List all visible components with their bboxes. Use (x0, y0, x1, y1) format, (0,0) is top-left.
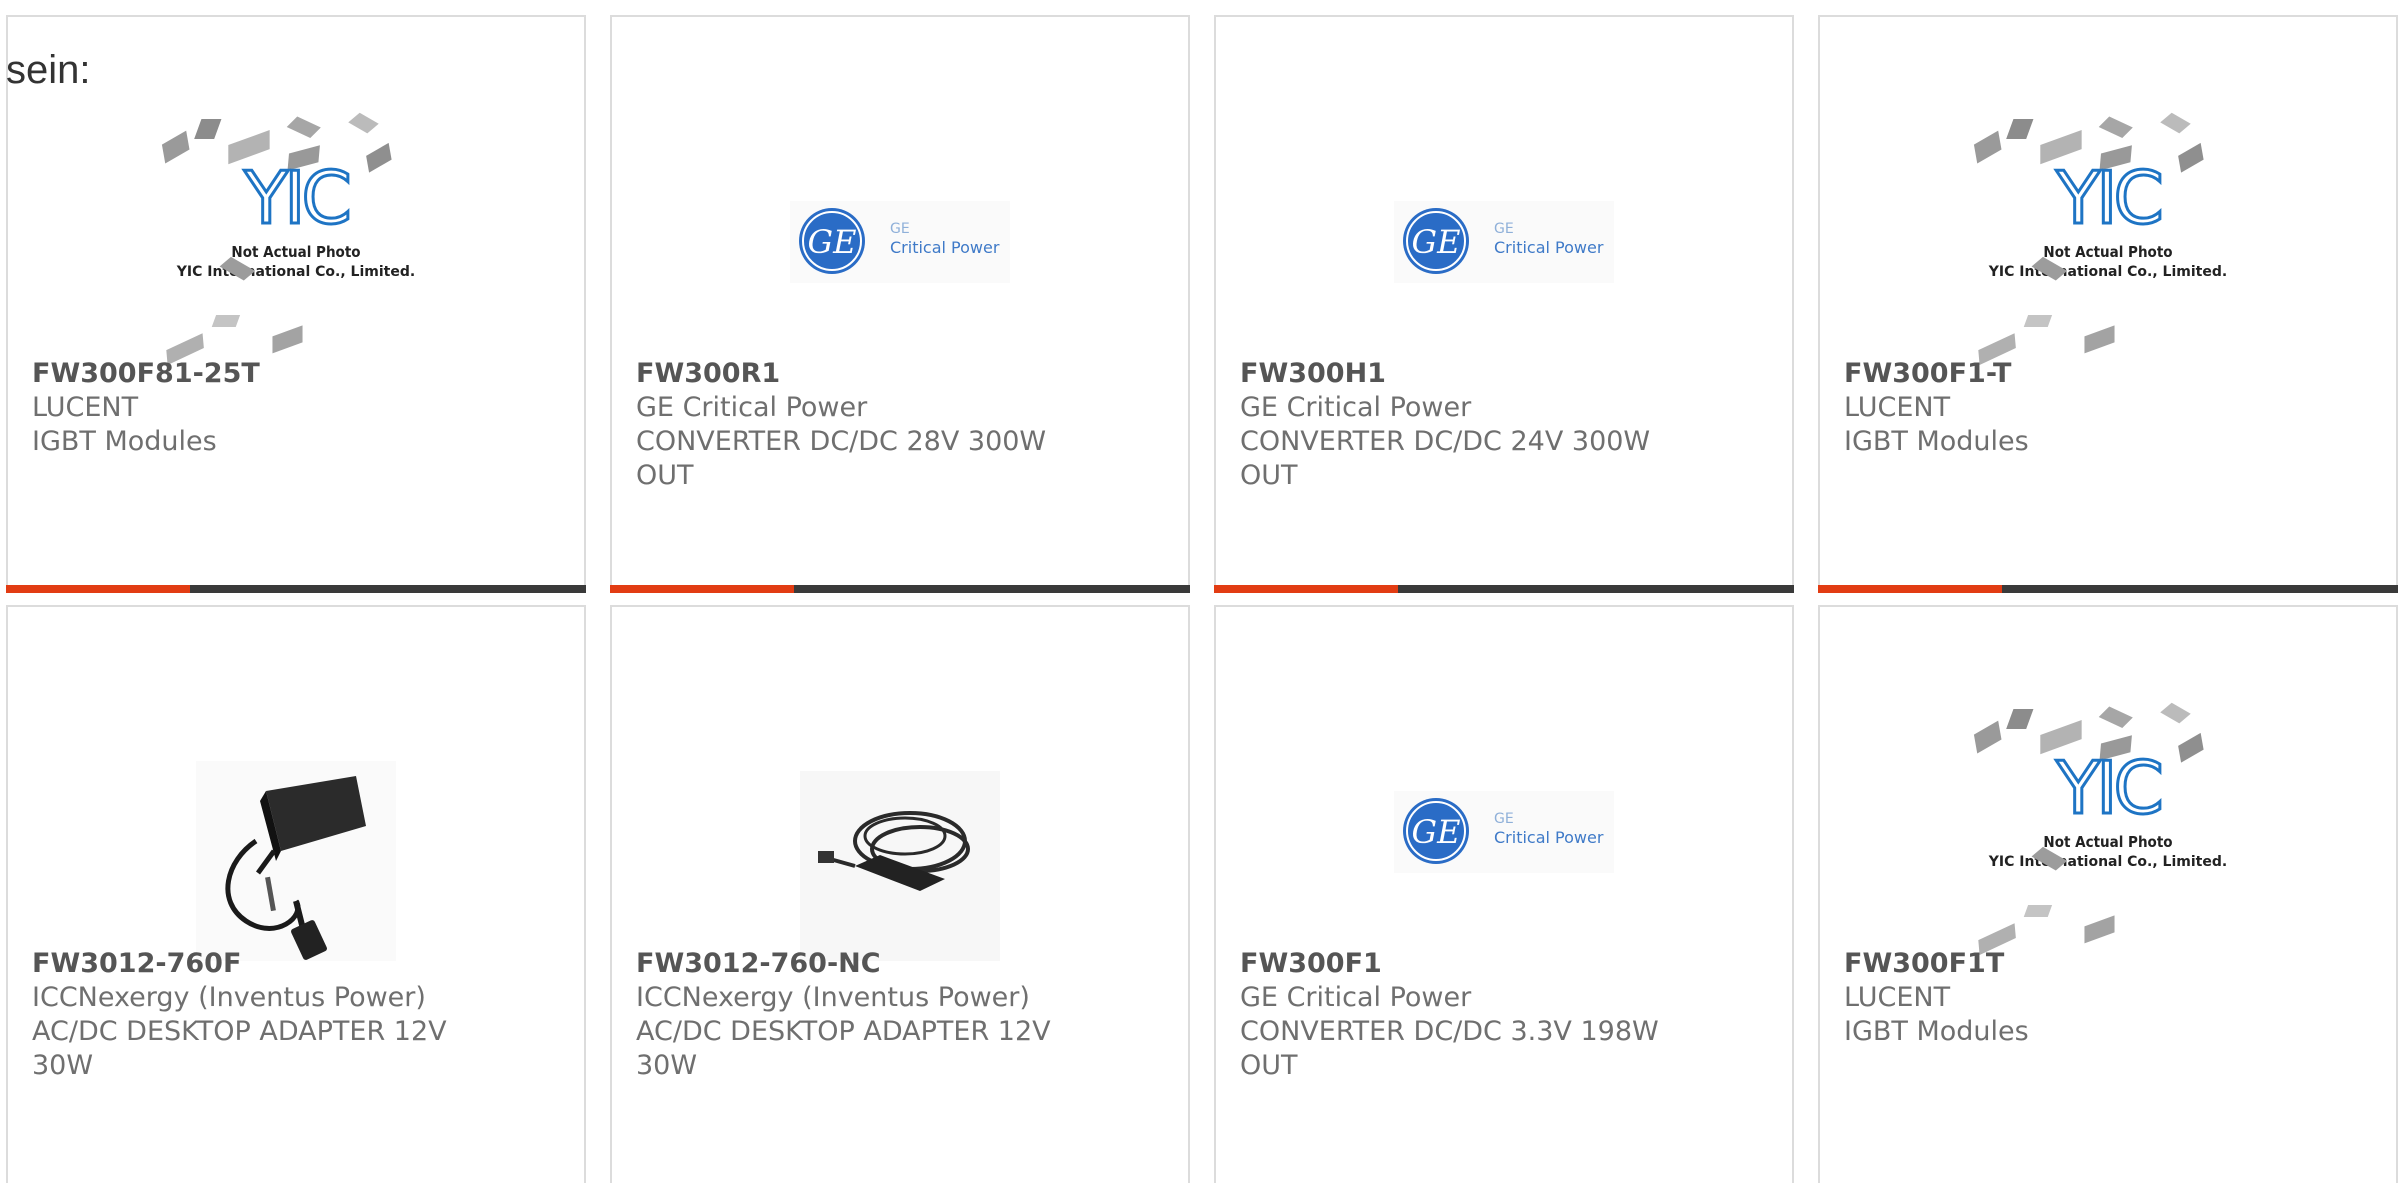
part-number-link[interactable]: FW300F81-25T (32, 357, 564, 391)
ge-logo-image: GE GE Critical Power (790, 201, 1010, 283)
part-number-link[interactable]: FW3012-760-NC (636, 947, 1168, 981)
product-grid: YIC Not Actual Photo YIC International C… (6, 15, 2398, 1183)
part-number-link[interactable]: FW300R1 (636, 357, 1168, 391)
product-thumbnail[interactable]: YIC Not Actual Photo YIC International C… (156, 101, 436, 381)
part-number-link[interactable]: FW300F1T (1844, 947, 2376, 981)
manufacturer-name: GE Critical Power (1240, 392, 1472, 423)
ge-logo-image: GE GE Critical Power (1394, 201, 1614, 283)
svg-text:Critical Power: Critical Power (1494, 238, 1604, 257)
product-description: CONVERTER DC/DC 3.3V 198W OUT (1240, 1016, 1659, 1081)
product-thumbnail[interactable]: YIC Not Actual Photo YIC International C… (1968, 101, 2248, 381)
part-number-link[interactable]: FW3012-760F (32, 947, 564, 981)
product-photo (800, 771, 1000, 961)
product-description: CONVERTER DC/DC 24V 300W OUT (1240, 426, 1651, 491)
manufacturer-name: LUCENT (1844, 982, 1951, 1013)
product-card[interactable]: GE GE Critical Power FW300H1 GE Critical… (1214, 15, 1794, 593)
svg-text:GE: GE (808, 223, 857, 261)
product-thumbnail[interactable]: GE GE Critical Power (1364, 691, 1644, 971)
svg-text:YIC: YIC (2055, 156, 2160, 240)
product-card[interactable]: GE GE Critical Power FW300R1 GE Critical… (610, 15, 1190, 593)
card-accent-bar (6, 585, 586, 593)
manufacturer-name: ICCNexergy (Inventus Power) (32, 982, 426, 1013)
product-thumbnail[interactable]: GE GE Critical Power (760, 101, 1040, 381)
product-card[interactable]: YIC Not Actual Photo YIC International C… (1818, 605, 2398, 1183)
manufacturer-name: LUCENT (1844, 392, 1951, 423)
svg-text:YIC International Co., Limited: YIC International Co., Limited. (1988, 854, 2227, 870)
product-thumbnail[interactable] (760, 691, 1040, 971)
svg-text:Critical Power: Critical Power (890, 238, 1000, 257)
product-description: AC/DC DESKTOP ADAPTER 12V 30W (636, 1016, 1051, 1081)
product-thumbnail[interactable]: YIC Not Actual Photo YIC International C… (1968, 691, 2248, 971)
svg-text:GE: GE (1494, 221, 1514, 237)
manufacturer-name: GE Critical Power (1240, 982, 1472, 1013)
ge-logo-image: GE GE Critical Power (1394, 791, 1614, 873)
svg-text:Critical Power: Critical Power (1494, 828, 1604, 847)
manufacturer-name: ICCNexergy (Inventus Power) (636, 982, 1030, 1013)
product-description: IGBT Modules (1844, 426, 2029, 457)
part-number-link[interactable]: FW300F1-T (1844, 357, 2376, 391)
svg-text:YIC International Co., Limited: YIC International Co., Limited. (176, 264, 415, 280)
product-description: IGBT Modules (1844, 1016, 2029, 1047)
svg-text:GE: GE (1412, 813, 1461, 851)
product-description: AC/DC DESKTOP ADAPTER 12V 30W (32, 1016, 447, 1081)
product-description: CONVERTER DC/DC 28V 300W OUT (636, 426, 1047, 491)
manufacturer-name: GE Critical Power (636, 392, 868, 423)
card-accent-bar (610, 585, 1190, 593)
placeholder-image: YIC Not Actual Photo YIC International C… (1973, 112, 2227, 365)
product-card[interactable]: FW3012-760F ICCNexergy (Inventus Power) … (6, 605, 586, 1183)
svg-text:YIC: YIC (243, 156, 348, 240)
card-accent-bar (1214, 585, 1794, 593)
part-number-link[interactable]: FW300F1 (1240, 947, 1772, 981)
placeholder-image: YIC Not Actual Photo YIC International C… (1973, 702, 2227, 955)
svg-text:GE: GE (890, 221, 910, 237)
product-thumbnail[interactable] (156, 691, 436, 971)
product-card[interactable]: YIC Not Actual Photo YIC International C… (1818, 15, 2398, 593)
svg-text:YIC: YIC (2055, 746, 2160, 830)
svg-text:Not Actual Photo: Not Actual Photo (2043, 243, 2172, 261)
svg-text:YIC International Co., Limited: YIC International Co., Limited. (1988, 264, 2227, 280)
page-intro-text: sein: (6, 48, 91, 92)
product-card[interactable]: FW3012-760-NC ICCNexergy (Inventus Power… (610, 605, 1190, 1183)
svg-text:GE: GE (1494, 811, 1514, 827)
manufacturer-name: LUCENT (32, 392, 139, 423)
part-number-link[interactable]: FW300H1 (1240, 357, 1772, 391)
svg-text:Not Actual Photo: Not Actual Photo (2043, 833, 2172, 851)
product-card[interactable]: YIC Not Actual Photo YIC International C… (6, 15, 586, 593)
product-card[interactable]: GE GE Critical Power FW300F1 GE Critical… (1214, 605, 1794, 1183)
svg-text:Not Actual Photo: Not Actual Photo (231, 243, 360, 261)
svg-text:GE: GE (1412, 223, 1461, 261)
product-photo (196, 761, 396, 961)
product-description: IGBT Modules (32, 426, 217, 457)
placeholder-image: YIC Not Actual Photo YIC International C… (161, 112, 415, 365)
product-thumbnail[interactable]: GE GE Critical Power (1364, 101, 1644, 381)
card-accent-bar (1818, 585, 2398, 593)
